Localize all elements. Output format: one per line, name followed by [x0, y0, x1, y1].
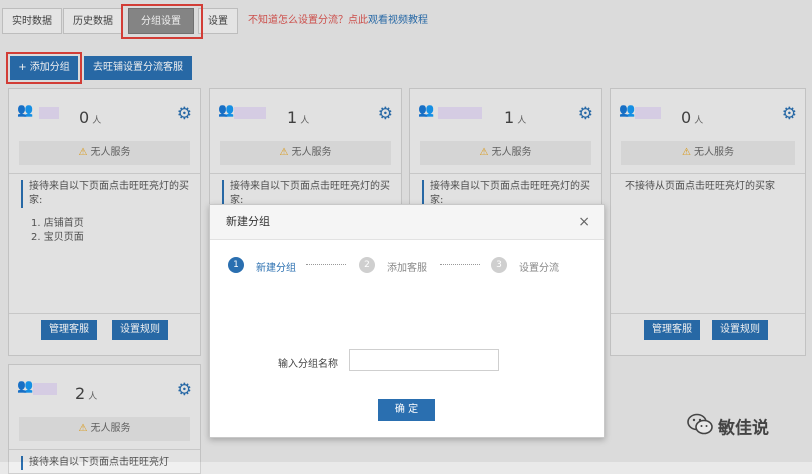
- dialog-title: 新建分组: [226, 215, 270, 228]
- step-number: 1: [228, 257, 244, 273]
- new-group-dialog: 新建分组 × 1 新建分组 2 添加客服 3 设置分流 输入分组名称 确 定: [209, 204, 605, 438]
- watermark: 敏佳说: [686, 412, 769, 440]
- close-icon[interactable]: ×: [578, 205, 590, 239]
- step-number: 3: [491, 257, 507, 273]
- step-number: 2: [359, 257, 375, 273]
- step-label: 新建分组: [256, 263, 296, 274]
- step-connector: [440, 264, 480, 265]
- confirm-button[interactable]: 确 定: [378, 399, 435, 421]
- group-name-input[interactable]: [349, 349, 499, 371]
- step-label: 设置分流: [519, 263, 559, 274]
- step-label: 添加客服: [387, 263, 427, 274]
- step-connector: [306, 264, 346, 265]
- dialog-header: 新建分组 ×: [210, 205, 604, 240]
- group-name-label: 输入分组名称: [278, 359, 338, 370]
- wechat-icon: [686, 412, 714, 445]
- watermark-text: 敏佳说: [718, 418, 769, 439]
